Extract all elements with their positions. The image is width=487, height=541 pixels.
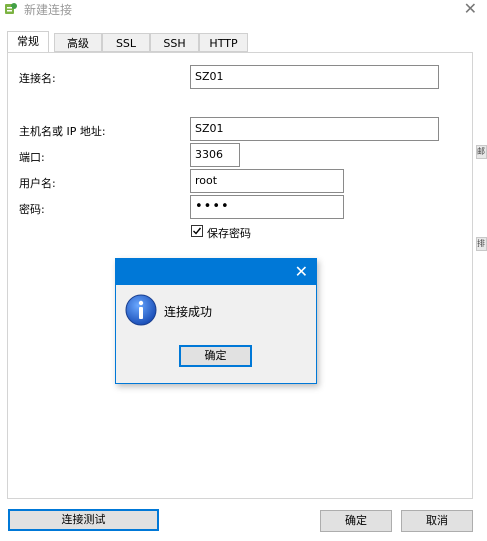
info-icon <box>125 294 157 326</box>
host-field[interactable]: SZ01 <box>190 117 439 141</box>
tab-ssl[interactable]: SSL <box>102 33 150 52</box>
tab-advanced[interactable]: 高级 <box>54 33 102 52</box>
save-password-checkbox[interactable] <box>191 225 203 237</box>
save-password-label: 保存密码 <box>207 227 251 240</box>
window-titlebar: 新建连接 ✕ <box>0 0 487 20</box>
port-field[interactable]: 3306 <box>190 143 240 167</box>
ok-button[interactable]: 确定 <box>320 510 392 532</box>
tab-ssh[interactable]: SSH <box>150 33 199 52</box>
message-close-button[interactable]: ✕ <box>295 262 308 282</box>
connection-name-field[interactable]: SZ01 <box>190 65 439 89</box>
password-field[interactable]: •••• <box>190 195 344 219</box>
background-window-fragment: 邮 <box>476 145 487 159</box>
host-label: 主机名或 IP 地址: <box>19 125 106 138</box>
test-connection-button[interactable]: 连接测试 <box>8 509 159 531</box>
tab-http[interactable]: HTTP <box>199 33 248 52</box>
app-icon <box>4 2 18 16</box>
connection-name-label: 连接名: <box>19 72 56 85</box>
password-label: 密码: <box>19 203 45 216</box>
message-ok-button[interactable]: 确定 <box>179 345 252 367</box>
username-field[interactable]: root <box>190 169 344 193</box>
checkmark-icon <box>193 227 202 235</box>
message-dialog: ✕ 连接成功 确定 <box>115 258 317 384</box>
window-close-button[interactable]: ✕ <box>464 0 477 18</box>
port-label: 端口: <box>19 151 45 164</box>
cancel-button[interactable]: 取消 <box>401 510 473 532</box>
window-title: 新建连接 <box>24 3 73 17</box>
tab-general[interactable]: 常规 <box>7 31 49 53</box>
username-label: 用户名: <box>19 177 56 190</box>
background-window-fragment: 排 <box>476 237 487 251</box>
message-dialog-titlebar: ✕ <box>116 259 316 285</box>
message-text: 连接成功 <box>164 305 213 319</box>
